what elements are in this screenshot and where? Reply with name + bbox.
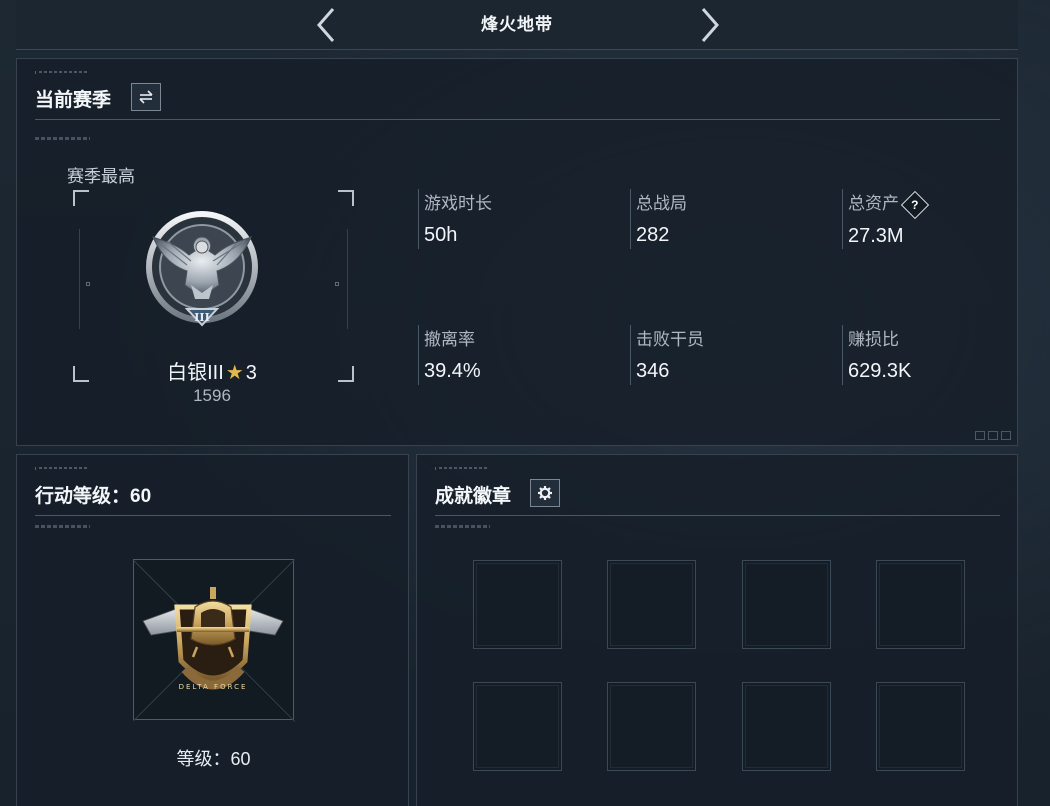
badge-slot[interactable]	[607, 560, 696, 649]
stat-operators-defeated: 击败干员 346	[630, 325, 820, 385]
help-icon[interactable]: ?	[900, 190, 930, 219]
stat-label: 撤离率	[424, 330, 475, 349]
star-icon: ★	[225, 362, 244, 384]
stat-total-assets: 总资产? 27.3M	[842, 189, 1032, 249]
frame-side	[79, 229, 80, 329]
stat-play-time: 游戏时长 50h	[418, 189, 608, 249]
frame-dot	[335, 282, 339, 286]
stat-value: 629.3K	[848, 360, 912, 382]
panel-decoration	[35, 525, 90, 528]
stat-label: 总战局	[636, 194, 687, 213]
rank-stars: 3	[245, 362, 257, 384]
panel-divider	[35, 119, 1000, 120]
rank-silver-eagle-icon: III	[146, 211, 258, 327]
svg-text:III: III	[194, 311, 209, 324]
season-best-label: 赛季最高	[67, 167, 135, 186]
season-switch-button[interactable]	[131, 83, 161, 111]
frame-side	[347, 229, 348, 329]
achievements-settings-button[interactable]	[530, 479, 560, 507]
badge-slot[interactable]	[607, 682, 696, 771]
stat-label: 总资产?	[848, 189, 1032, 219]
stat-extraction-rate: 撤离率 39.4%	[418, 325, 608, 385]
stat-label: 击败干员	[636, 330, 704, 349]
svg-text:DELTA FORCE: DELTA FORCE	[179, 683, 248, 691]
frame-corner	[338, 366, 354, 382]
level-caption: 等级：60	[176, 749, 251, 769]
badge-slot[interactable]	[742, 560, 831, 649]
stat-label-text: 总资产	[848, 194, 899, 213]
stat-profit-loss-ratio: 赚损比 629.3K	[842, 325, 1032, 385]
stat-value: 282	[636, 224, 670, 246]
panel-corner-decoration	[975, 431, 1011, 440]
panel-divider	[435, 515, 1000, 516]
badge-slot[interactable]	[473, 560, 562, 649]
panel-decoration	[435, 467, 515, 470]
rank-name-text: 白银III	[167, 362, 224, 384]
mode-title: 烽火地带	[481, 15, 553, 34]
frame-corner	[73, 190, 89, 206]
stat-value: 346	[636, 360, 670, 382]
stat-value: 39.4%	[424, 360, 481, 382]
stat-value: 50h	[424, 224, 458, 246]
next-mode-button[interactable]	[696, 6, 724, 44]
rank-name: 白银III ★ 3	[87, 356, 337, 385]
achievements-panel: 成就徽章	[416, 454, 1018, 806]
level-panel: 行动等级：60 DELTA FORCE 等级：60	[16, 454, 409, 806]
panel-decoration	[35, 467, 115, 470]
panel-decoration	[435, 525, 490, 528]
rank-score: 1596	[193, 386, 231, 405]
badge-slot[interactable]	[876, 682, 965, 771]
stat-total-matches: 总战局 282	[630, 189, 820, 249]
swap-icon	[139, 90, 153, 104]
badge-slot[interactable]	[876, 560, 965, 649]
season-title: 当前赛季	[35, 90, 112, 111]
panel-decoration	[35, 137, 90, 140]
stat-label: 游戏时长	[424, 194, 492, 213]
stat-value: 27.3M	[848, 224, 904, 247]
stat-label: 赚损比	[848, 330, 899, 349]
badge-slot[interactable]	[473, 682, 562, 771]
gear-icon	[538, 486, 552, 500]
help-icon-glyph: ?	[911, 197, 919, 212]
achievements-title: 成就徽章	[435, 486, 512, 507]
frame-corner	[338, 190, 354, 206]
chevron-right-icon	[701, 8, 719, 42]
frame-dot	[86, 282, 90, 286]
season-panel: 当前赛季 赛季最高 III 白银III ★ 3 1596 游戏时长 50h 总战…	[16, 58, 1018, 446]
mode-header: 烽火地带	[16, 0, 1018, 50]
panel-divider	[35, 515, 391, 516]
helicopter-emblem-icon: DELTA FORCE	[142, 587, 284, 691]
level-title: 行动等级：60	[35, 486, 152, 507]
badge-slot[interactable]	[742, 682, 831, 771]
panel-decoration	[35, 71, 115, 74]
